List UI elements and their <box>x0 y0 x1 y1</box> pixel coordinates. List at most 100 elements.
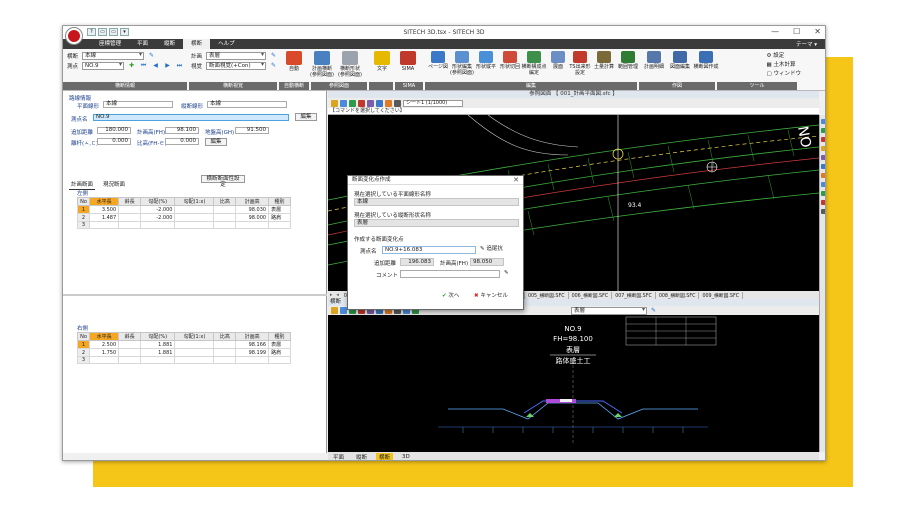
earth-volume-button[interactable]: 土量計算 <box>591 51 617 81</box>
profile-alignment-field[interactable]: 本線 <box>207 101 287 108</box>
table-cell[interactable] <box>118 340 142 349</box>
table-cell[interactable] <box>235 221 270 229</box>
tab-3d[interactable]: 3D <box>399 454 413 460</box>
ts-settings-button[interactable]: TS出来形 設定 <box>567 51 593 81</box>
plan-detail-button[interactable]: 計画明細 <box>641 51 667 81</box>
side-select-icon[interactable] <box>821 173 825 178</box>
left-side-table[interactable]: No 水平長 斜長 勾配(%) 勾配(1:x) 比高 計画高 種別 1 3.500 -2.000 9… <box>77 197 291 229</box>
tab-profile[interactable]: 縦断 <box>353 453 370 460</box>
table-cell[interactable]: 1.881 <box>140 348 176 357</box>
side-zoom-icon[interactable] <box>821 119 825 124</box>
side-refresh-icon[interactable] <box>821 137 825 142</box>
side-layer-icon[interactable] <box>821 155 825 160</box>
drawing-edit-button[interactable]: 図面編集 <box>667 51 693 81</box>
column-header[interactable]: 比高 <box>213 197 237 206</box>
edit-offset-button[interactable]: 編集 <box>205 138 227 146</box>
table-cell[interactable]: 98.199 <box>235 348 270 357</box>
table-row[interactable]: 1 2.500 1.881 98.166 表層 <box>77 340 291 349</box>
plan-alignment-field[interactable]: 本線 <box>103 101 173 108</box>
sheet-tab-009[interactable]: 009_横断図.SFC <box>699 291 744 299</box>
station-combo[interactable]: NO.9 <box>82 62 124 70</box>
table-cell[interactable] <box>118 221 142 229</box>
table-cell[interactable] <box>174 205 215 214</box>
open-folder-icon[interactable] <box>331 99 338 107</box>
cv-zoom-icon[interactable] <box>340 307 347 314</box>
minimize-button[interactable]: — <box>771 27 779 36</box>
table-cell[interactable] <box>268 356 291 364</box>
cv-open-icon[interactable] <box>331 307 338 314</box>
column-header[interactable]: No <box>77 197 90 206</box>
table-cell[interactable]: 2.500 <box>88 340 120 349</box>
column-header[interactable]: 計画高 <box>235 332 270 341</box>
menu-plan[interactable]: 平面 <box>129 39 156 49</box>
table-cell[interactable]: 表層 <box>268 340 291 349</box>
last-station-icon[interactable]: ⏭ <box>175 62 184 70</box>
first-station-icon[interactable]: ⏮ <box>139 62 148 70</box>
ground-height-field[interactable]: 91.500 <box>235 127 269 134</box>
layer-combo[interactable]: 表層 <box>571 306 647 315</box>
layer-edit-icon[interactable]: ✎ <box>649 307 658 315</box>
sheet-tab-008[interactable]: 008_横断図.SFC <box>656 291 700 299</box>
table-cell[interactable] <box>88 356 120 364</box>
table-cell[interactable] <box>140 221 176 229</box>
cross-draw-button[interactable]: 横断図作成 <box>693 51 719 81</box>
close-button[interactable]: ✕ <box>814 27 821 36</box>
layer-icon[interactable] <box>367 99 374 107</box>
side-pan-icon[interactable] <box>821 182 825 187</box>
track-pick-button[interactable]: ✎ 追尾抗 <box>480 245 503 254</box>
plan-combo[interactable]: 表層 <box>206 52 266 60</box>
table-cell[interactable] <box>174 221 215 229</box>
table-cell[interactable]: 路肩 <box>268 213 291 222</box>
tab-plan[interactable]: 平面 <box>330 453 347 460</box>
range-manage-button[interactable]: 範囲管理 <box>615 51 641 81</box>
section-settings-button[interactable]: 横断断面性設定 <box>201 175 245 188</box>
panel-splitter[interactable] <box>63 294 327 296</box>
redraw-icon[interactable] <box>358 99 365 107</box>
column-header[interactable]: 計画高 <box>235 197 270 206</box>
table-cell[interactable]: 3.500 <box>88 205 120 214</box>
column-header[interactable]: 勾配(1:x) <box>174 332 215 341</box>
side-erase-icon[interactable] <box>821 200 825 205</box>
table-cell[interactable]: 98.000 <box>235 213 270 222</box>
cross-point-button[interactable]: 横断構成点 編定 <box>521 51 547 81</box>
table-cell[interactable] <box>174 213 215 222</box>
column-header[interactable]: No <box>77 332 90 341</box>
column-header[interactable]: 斜長 <box>118 197 142 206</box>
ratio-field[interactable]: 0.000 <box>165 138 199 145</box>
table-cell[interactable] <box>140 356 176 364</box>
table-row[interactable]: 2 1.487 -2.000 98.000 路肩 <box>77 213 291 222</box>
tab-cross[interactable]: 横断 <box>376 453 394 460</box>
pan-icon[interactable] <box>349 99 356 107</box>
offset-field[interactable]: 0.000 <box>97 138 131 145</box>
menu-cross-section[interactable]: 横断 <box>183 39 211 49</box>
column-header[interactable]: 勾配(%) <box>140 332 176 341</box>
table-cell[interactable] <box>118 213 142 222</box>
table-cell[interactable] <box>213 213 237 222</box>
sheet-tab-007[interactable]: 007_横断図.SFC <box>612 291 656 299</box>
table-cell[interactable]: -2.000 <box>140 213 176 222</box>
table-cell[interactable]: 98.030 <box>235 205 270 214</box>
table-cell[interactable] <box>118 356 142 364</box>
table-cell[interactable] <box>213 356 237 364</box>
table-cell[interactable] <box>118 348 142 357</box>
table-row[interactable]: 3 <box>77 356 291 364</box>
add-station-icon[interactable]: ✚ <box>127 62 136 70</box>
comment-input[interactable] <box>400 270 500 278</box>
shape-vertical-button[interactable]: 形状縦平 <box>473 51 499 81</box>
next-station-icon[interactable]: ▶ <box>163 62 172 70</box>
prev-station-icon[interactable]: ◀ <box>151 62 160 70</box>
table-cell[interactable] <box>213 348 237 357</box>
column-header[interactable]: 種別 <box>268 197 291 206</box>
column-header[interactable]: 比高 <box>213 332 237 341</box>
edit-station-button[interactable]: 編集 <box>295 113 317 121</box>
cancel-button[interactable]: ✖ キャンセル <box>474 292 508 301</box>
auto-button[interactable]: 自動 <box>281 51 307 81</box>
select-icon[interactable] <box>385 99 392 107</box>
table-cell[interactable] <box>213 221 237 229</box>
side-fit-icon[interactable] <box>821 128 825 133</box>
station-name-field[interactable]: NO.9 <box>93 114 289 121</box>
sima-button[interactable]: SIMA <box>395 51 421 81</box>
civil-calc-link[interactable]: ▦ 土木計算 <box>767 61 801 70</box>
table-cell[interactable] <box>174 356 215 364</box>
side-settings-icon[interactable] <box>821 209 825 214</box>
